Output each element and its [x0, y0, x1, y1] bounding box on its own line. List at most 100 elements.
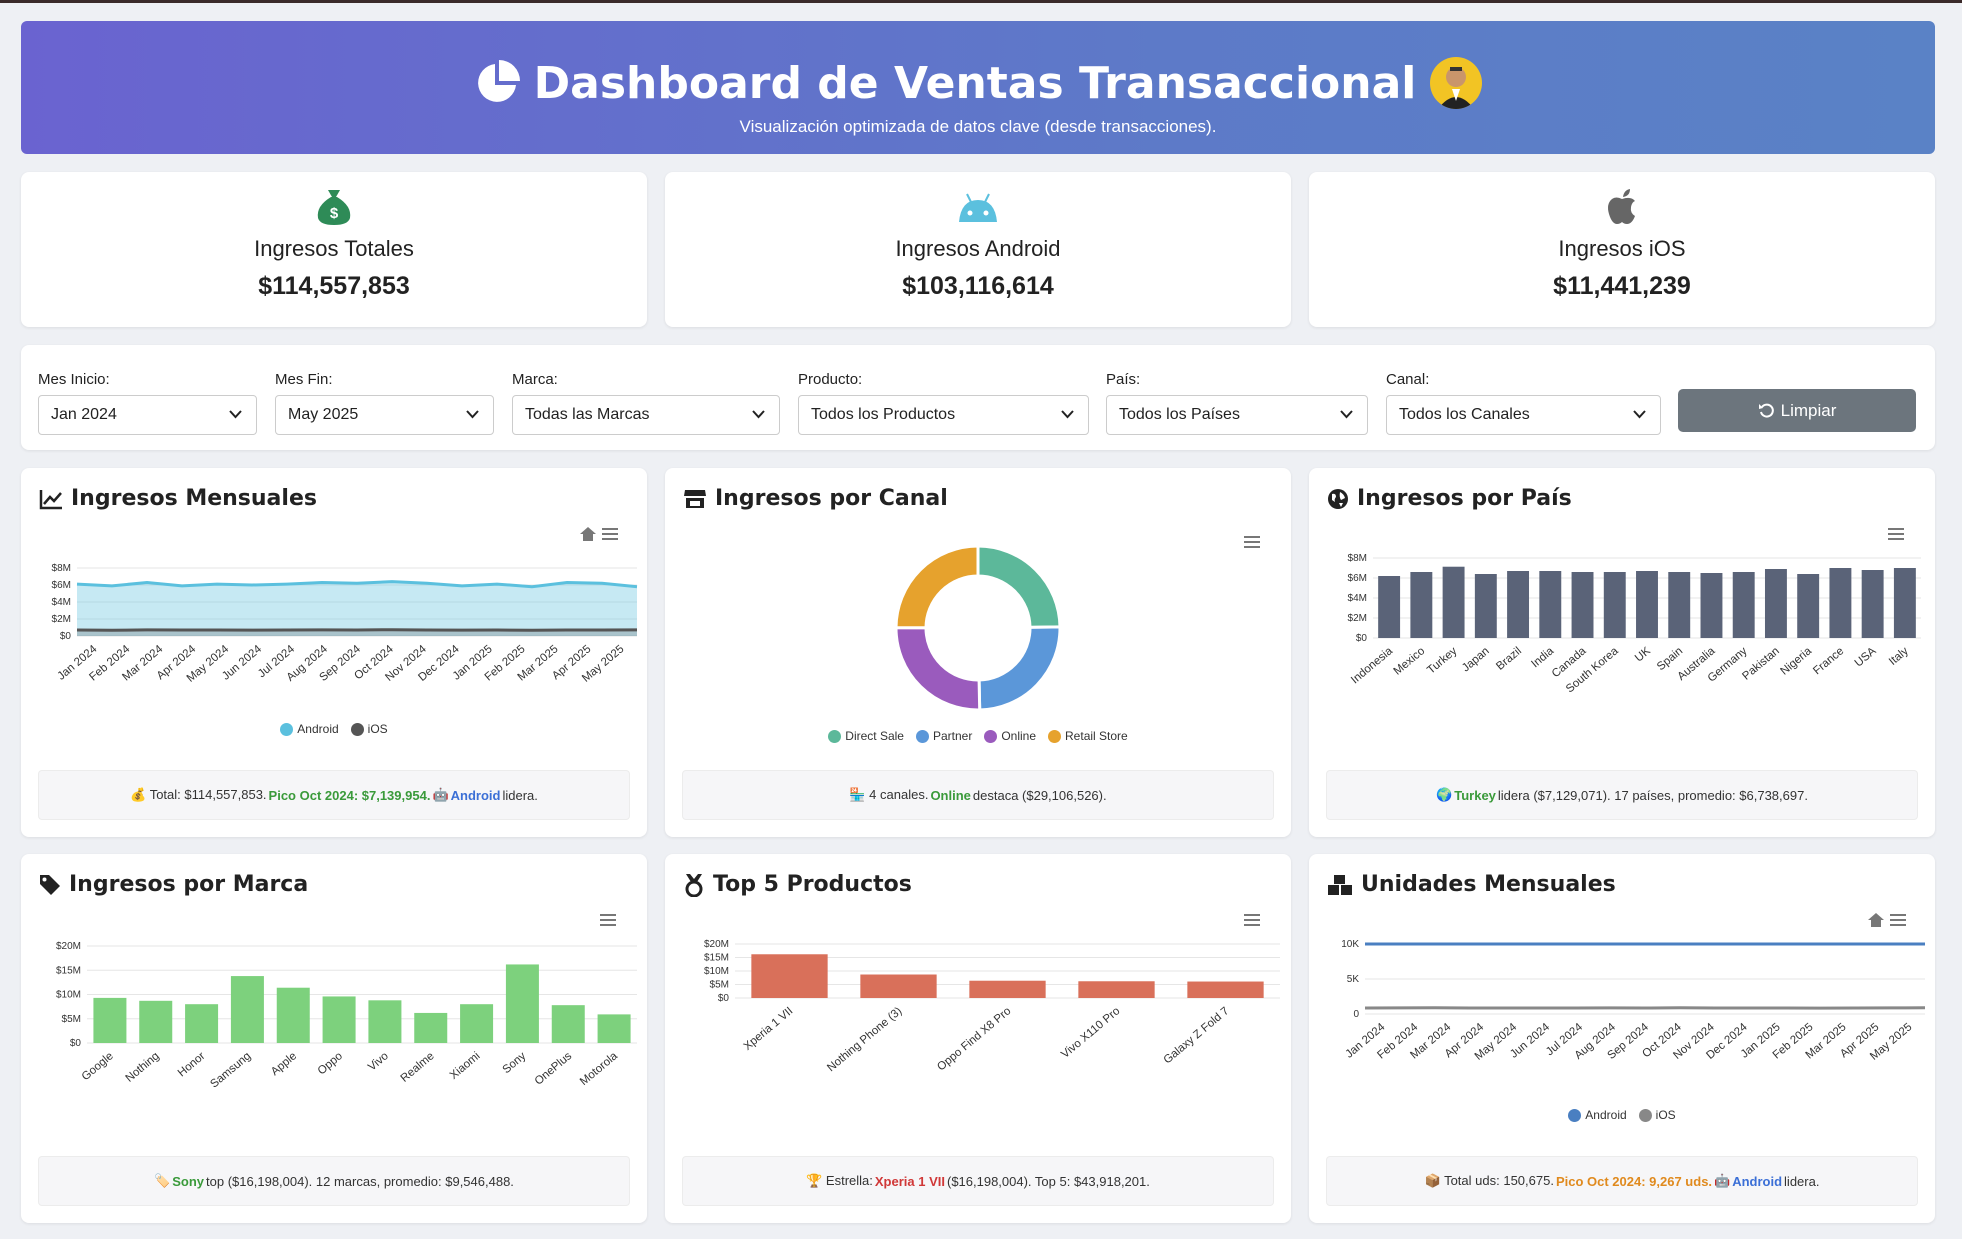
bar [969, 980, 1046, 998]
select-value: Todos los Productos [811, 406, 956, 423]
chart-legend: Direct Sale Partner Online Retail Store [665, 729, 1291, 743]
select-value: Todos los Países [1119, 406, 1240, 423]
legend-item-direct-sale[interactable]: Direct Sale [828, 729, 904, 743]
menu-icon[interactable] [599, 912, 617, 928]
kpi-value: $11,441,239 [1553, 272, 1691, 300]
chart-toolbar [599, 912, 617, 928]
reset-button[interactable]: Limpiar [1678, 389, 1916, 432]
card-title: Top 5 Productos [683, 872, 912, 897]
channel-chart [894, 544, 1062, 712]
chevron-down-icon [752, 410, 765, 419]
monthly-units-card: Unidades Mensuales 10K 5K 0 Jan 2024 Feb 202… [1309, 854, 1935, 1223]
pie-slice [977, 625, 1062, 712]
y-tick-label: $5M [62, 1014, 81, 1025]
chart-toolbar [579, 526, 619, 542]
kpi-ios-revenue: Ingresos iOS $11,441,239 [1309, 172, 1935, 327]
country-select[interactable]: Todos los Países [1106, 395, 1368, 435]
y-tick-label: $2M [52, 614, 71, 625]
header-banner: Dashboard de Ventas Transaccional Visual… [21, 21, 1935, 154]
y-tick-label: $4M [52, 597, 71, 608]
legend-item-retail-store[interactable]: Retail Store [1048, 729, 1128, 743]
tag-icon [40, 874, 60, 895]
select-value: May 2025 [288, 406, 359, 423]
bar [1571, 572, 1594, 638]
menu-icon[interactable] [1889, 912, 1907, 928]
bar [322, 996, 356, 1043]
filter-label: Mes Inicio: [38, 371, 110, 388]
chevron-down-icon [466, 410, 479, 419]
filter-label: Producto: [798, 371, 863, 388]
card-title: Ingresos por Canal [683, 486, 948, 511]
top-products-card: Top 5 Productos $20M $15M $10M $5M $0 Xperia … [665, 854, 1291, 1223]
end-month-select[interactable]: May 2025 [275, 395, 494, 435]
x-tick-label: Brazil [1494, 645, 1524, 673]
card-title: Ingresos por País [1327, 486, 1572, 511]
select-value: Jan 2024 [51, 406, 117, 423]
bar [1636, 571, 1658, 638]
x-tick-label: India [1529, 645, 1556, 671]
channel-select[interactable]: Todos los Canales [1386, 395, 1661, 435]
bar [1507, 571, 1530, 638]
bar [414, 1012, 448, 1043]
filter-brand: Marca: Todas las Marcas [512, 371, 780, 435]
x-tick-label: Italy [1887, 645, 1911, 668]
svg-text:$: $ [330, 205, 339, 222]
bar [276, 987, 310, 1043]
chevron-down-icon [229, 410, 242, 419]
x-tick-label: Japan [1460, 645, 1492, 674]
bar [1378, 576, 1401, 638]
x-tick-label: OnePlus [533, 1050, 575, 1088]
menu-icon[interactable] [1887, 526, 1905, 542]
menu-icon[interactable] [601, 526, 619, 542]
menu-icon[interactable] [1243, 912, 1261, 928]
start-month-select[interactable]: Jan 2024 [38, 395, 257, 435]
filter-channel: Canal: Todos los Canales [1386, 371, 1661, 435]
filter-label: Mes Fin: [275, 371, 333, 388]
legend-item-android[interactable]: Android [280, 722, 339, 736]
x-tick-label: Honor [176, 1050, 208, 1079]
brand-chart: $20M $15M $10M $5M $0Google Nothing Honor Samsu… [56, 941, 637, 1091]
legend-item-partner[interactable]: Partner [915, 729, 972, 743]
card-title-text: Ingresos Mensuales [71, 486, 317, 511]
line-chart-icon [39, 489, 62, 509]
bar [551, 1005, 585, 1043]
legend-item-online[interactable]: Online [984, 729, 1036, 743]
x-tick-label: Apple [269, 1050, 299, 1078]
y-tick-label: $15M [704, 953, 729, 964]
brand-select[interactable]: Todas las Marcas [512, 395, 780, 435]
card-title-text: Ingresos por País [1357, 486, 1572, 511]
monthly-revenue-card: Ingresos Mensuales $8M $6M $4M $2M $0 Jan 202… [21, 468, 647, 837]
money-bag-icon: $ [317, 190, 351, 225]
home-icon[interactable] [579, 526, 597, 542]
y-tick-label: 5K [1347, 974, 1360, 985]
kpi-label: Ingresos Totales [254, 236, 414, 261]
bar [751, 954, 828, 998]
bar [1187, 981, 1264, 998]
medal-icon [685, 873, 703, 897]
legend-item-android[interactable]: Android [1568, 1108, 1627, 1122]
y-tick-label: $2M [1348, 613, 1367, 624]
top-border [0, 0, 1962, 3]
product-select[interactable]: Todos los Productos [798, 395, 1089, 435]
bar [1829, 568, 1852, 638]
y-tick-label: $0 [718, 993, 730, 1004]
y-tick-label: $10M [56, 990, 81, 1001]
x-tick-label: France [1811, 645, 1846, 677]
kpi-value: $103,116,614 [902, 272, 1054, 300]
monthly-chart: $8M$6M$4M$2M$0Jan 2024Feb 2024Mar 2024Ap… [52, 563, 638, 685]
legend-item-ios[interactable]: iOS [350, 722, 388, 736]
home-icon[interactable] [1867, 912, 1885, 928]
series-line [76, 628, 638, 632]
legend-item-ios[interactable]: iOS [1638, 1108, 1676, 1122]
y-tick-label: $4M [1348, 593, 1367, 604]
country-revenue-card: Ingresos por País $8M $6M $4M $2M $0 Indonesi… [1309, 468, 1935, 837]
filters-panel: Mes Inicio: Jan 2024 Mes Fin: May 2025 M… [21, 345, 1935, 450]
filter-start-month: Mes Inicio: Jan 2024 [38, 371, 257, 435]
y-tick-label: $10M [704, 966, 729, 977]
x-tick-label: Vivo X110 Pro [1059, 1005, 1122, 1061]
chevron-down-icon [1633, 410, 1646, 419]
x-tick-label: Realme [399, 1050, 437, 1085]
apple-icon [1608, 189, 1635, 224]
x-tick-label: Nothing [124, 1050, 162, 1085]
bar [1078, 981, 1155, 998]
